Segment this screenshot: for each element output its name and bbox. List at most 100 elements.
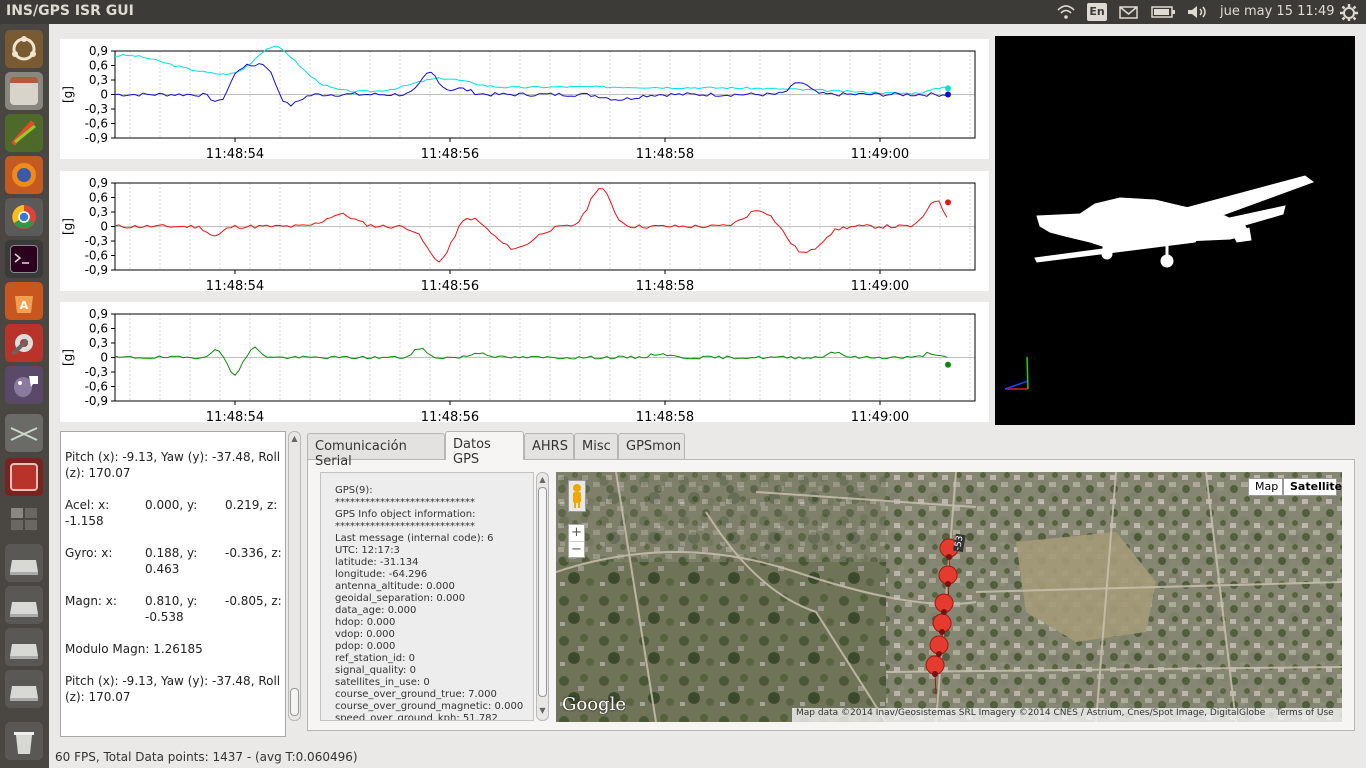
acel-x-value: 0.000, y: bbox=[145, 498, 198, 512]
drive-icon[interactable] bbox=[5, 670, 43, 708]
settings-gear-icon[interactable] bbox=[1339, 3, 1359, 21]
x-tick-label: 11:48:56 bbox=[421, 279, 479, 291]
svg-text:A: A bbox=[20, 299, 29, 312]
tab-gpsmon[interactable]: GPSmon bbox=[618, 433, 685, 460]
chrome-icon[interactable] bbox=[5, 198, 43, 236]
window-title: INS/GPS ISR GUI bbox=[6, 3, 134, 19]
gps-line: GPS Info object information: bbox=[335, 509, 476, 520]
series-end-marker bbox=[945, 91, 951, 98]
acel-y-value: 0.219, z: bbox=[225, 498, 278, 512]
terms-of-use-link[interactable]: Terms of Use bbox=[1270, 708, 1342, 722]
top-panel: INS/GPS ISR GUI En jue may 15 11:49 bbox=[0, 0, 1366, 24]
trash-icon[interactable] bbox=[5, 722, 43, 760]
battery-icon[interactable] bbox=[1150, 3, 1178, 21]
series-end-marker bbox=[945, 361, 951, 368]
acel-z-value: -1.158 bbox=[65, 514, 104, 528]
y-tick-label: -0,9 bbox=[85, 263, 108, 277]
y-tick-label: 0,9 bbox=[89, 176, 108, 190]
terminal-icon[interactable] bbox=[5, 240, 43, 278]
tab-misc[interactable]: Misc bbox=[574, 433, 618, 460]
y-tick-label: 0,3 bbox=[89, 336, 108, 350]
satellite-map[interactable]: -53 + − Google Map data ©2014 Inav/Geosi… bbox=[556, 472, 1342, 722]
y-tick-label: 0 bbox=[100, 88, 108, 102]
launcher: A bbox=[0, 24, 49, 768]
mail-icon[interactable] bbox=[1118, 3, 1140, 21]
zoom-in-button[interactable]: + bbox=[569, 525, 584, 541]
x-tick-label: 11:48:54 bbox=[206, 279, 264, 291]
accel-plot-1: 0,9 0,6 0,3 0 -0,3 -0,6 -0,9 11:48:54 11:48:56 11… bbox=[60, 39, 989, 159]
gps-line: Last message (internal code): 6 bbox=[335, 533, 494, 544]
y-tick-label: -0,9 bbox=[85, 131, 108, 145]
y-axis-label: [g] bbox=[61, 349, 75, 366]
scroll-thumb[interactable] bbox=[538, 487, 547, 697]
gps-text-scrollbar[interactable]: ▲ ▼ bbox=[536, 472, 549, 721]
y-tick-label: 0,9 bbox=[89, 44, 108, 58]
scroll-thumb[interactable] bbox=[290, 688, 299, 716]
series-line bbox=[114, 63, 948, 107]
y-axis-label: [g] bbox=[61, 218, 75, 235]
info-scrollbar[interactable]: ▲ bbox=[288, 431, 301, 721]
x-tick-label: 11:49:00 bbox=[851, 279, 909, 291]
map-type-satellite-button[interactable]: Satellite bbox=[1283, 478, 1342, 496]
x-tick-label: 11:49:00 bbox=[851, 410, 909, 422]
drive-icon[interactable] bbox=[5, 544, 43, 582]
gps-line: satellites_in_use: 0 bbox=[335, 677, 430, 688]
clock[interactable]: jue may 15 11:49 bbox=[1220, 4, 1335, 19]
files-icon[interactable] bbox=[5, 72, 43, 110]
status-bar: 60 FPS, Total Data points: 1437 - (avg T… bbox=[55, 750, 358, 764]
y-axis-label: [g] bbox=[61, 86, 75, 103]
gps-line: longitude: -64.296 bbox=[335, 569, 428, 580]
gps-info-text[interactable]: GPS(9): **************************** GPS… bbox=[320, 472, 534, 721]
series-end-marker bbox=[945, 85, 951, 92]
system-settings-icon[interactable] bbox=[5, 324, 43, 362]
gyro-z-value: 0.463 bbox=[145, 562, 180, 576]
y-tick-label: 0 bbox=[100, 220, 108, 234]
acel-label: Acel: x: bbox=[65, 498, 110, 512]
x-tick-label: 11:49:00 bbox=[851, 147, 909, 159]
workspace-app-icon[interactable] bbox=[5, 458, 43, 496]
scroll-up-arrow-icon[interactable]: ▲ bbox=[538, 475, 547, 485]
magn-y-value: -0.805, z: bbox=[225, 594, 282, 608]
y-tick-label: -0,6 bbox=[85, 117, 108, 131]
wifi-icon[interactable] bbox=[1056, 3, 1076, 21]
keyboard-layout-indicator[interactable]: En bbox=[1087, 3, 1107, 21]
x-tick-label: 11:48:56 bbox=[421, 147, 479, 159]
y-tick-label: -0,3 bbox=[85, 102, 108, 116]
x-tick-label: 11:48:54 bbox=[206, 410, 264, 422]
modulo-magn-text: Modulo Magn: 1.26185 bbox=[65, 642, 203, 656]
gps-line: hdop: 0.000 bbox=[335, 617, 396, 628]
drive-icon[interactable] bbox=[5, 628, 43, 666]
y-tick-label: 0,3 bbox=[89, 205, 108, 219]
gyro-y-value: -0.336, z: bbox=[225, 546, 282, 560]
volume-icon[interactable] bbox=[1186, 3, 1210, 21]
gps-line: pdop: 0.000 bbox=[335, 641, 396, 652]
pidgin-icon[interactable] bbox=[5, 366, 43, 404]
paint-icon[interactable] bbox=[5, 114, 43, 152]
y-tick-label: -0,3 bbox=[85, 365, 108, 379]
ubuntu-dash-icon[interactable] bbox=[5, 30, 43, 68]
google-logo[interactable]: Google bbox=[562, 694, 626, 715]
tab-ahrs[interactable]: AHRS bbox=[524, 433, 574, 460]
drive-icon[interactable] bbox=[5, 586, 43, 624]
firefox-icon[interactable] bbox=[5, 156, 43, 194]
y-tick-label: 0,9 bbox=[89, 307, 108, 321]
street-view-pegman-icon[interactable] bbox=[568, 480, 586, 512]
workspace-switcher-icon[interactable] bbox=[5, 500, 43, 538]
map-type-map-button[interactable]: Map bbox=[1248, 478, 1283, 496]
gps-line: data_age: 0.000 bbox=[335, 605, 417, 616]
tab-comunicacion-serial[interactable]: Comunicación Serial bbox=[307, 433, 445, 469]
y-tick-label: -0,3 bbox=[85, 234, 108, 248]
scroll-up-arrow-icon[interactable]: ▲ bbox=[290, 434, 299, 444]
gps-line: latitude: -31.134 bbox=[335, 557, 419, 568]
aircraft-3d-view[interactable] bbox=[995, 36, 1355, 425]
gps-line: geoidal_separation: 0.000 bbox=[335, 593, 466, 604]
tab-datos-gps[interactable]: Datos GPS bbox=[445, 431, 524, 467]
scanner-icon[interactable] bbox=[5, 414, 43, 452]
scroll-down-arrow-icon[interactable]: ▼ bbox=[538, 706, 547, 716]
zoom-out-button[interactable]: − bbox=[569, 541, 584, 557]
gps-line: **************************** bbox=[335, 521, 475, 532]
software-center-icon[interactable]: A bbox=[5, 282, 43, 320]
gps-line: vdop: 0.000 bbox=[335, 629, 395, 640]
y-tick-label: -0,6 bbox=[85, 380, 108, 394]
magn-x-value: 0.810, y: bbox=[145, 594, 198, 608]
